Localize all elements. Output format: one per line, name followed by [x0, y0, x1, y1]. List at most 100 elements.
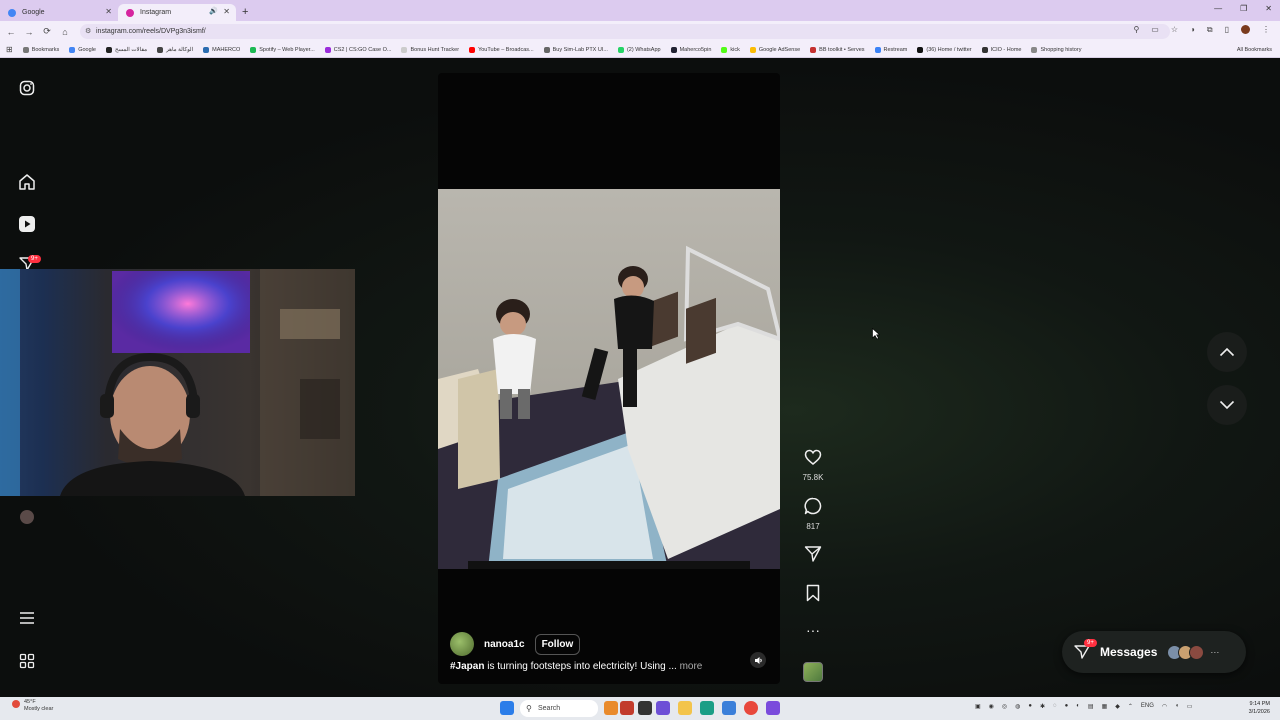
- bookmark-icon[interactable]: [805, 584, 821, 602]
- maximize-icon[interactable]: ❐: [1240, 4, 1247, 13]
- reels-nav-icon[interactable]: [17, 214, 37, 234]
- next-reel-button[interactable]: [1207, 385, 1247, 425]
- tray-icon[interactable]: ✱: [1040, 703, 1045, 710]
- star-icon[interactable]: ☆: [1171, 25, 1178, 35]
- heart-icon[interactable]: [804, 449, 822, 466]
- bookmark-item[interactable]: Buy Sim-Lab PTX UI...: [543, 46, 608, 53]
- tab-instagram[interactable]: Instagram 🔊 ✕: [118, 4, 236, 21]
- battery-icon[interactable]: ▭: [1187, 703, 1193, 710]
- taskbar-search[interactable]: ⚲ Search: [520, 700, 598, 717]
- more-options-icon[interactable]: ···: [800, 622, 826, 638]
- site-info-icon[interactable]: ⚙: [85, 24, 91, 39]
- bookmark-item[interactable]: MAHERCO: [203, 46, 240, 53]
- author-avatar[interactable]: [450, 632, 474, 656]
- caption-hashtag[interactable]: #Japan: [450, 661, 484, 672]
- read-aloud-icon[interactable]: ◑: [1190, 25, 1195, 35]
- apps-icon[interactable]: ⊞: [6, 45, 13, 54]
- bookmark-item[interactable]: (36) Home / twitter: [917, 46, 972, 53]
- bookmark-item[interactable]: مقالات المسح: [105, 46, 147, 53]
- back-icon[interactable]: ←: [2, 27, 20, 37]
- comment-icon[interactable]: [804, 497, 822, 515]
- bookmark-item[interactable]: kick: [721, 46, 740, 53]
- tray-icon[interactable]: ◎: [1002, 703, 1007, 710]
- bookmark-item[interactable]: ICIO - Home: [981, 46, 1021, 53]
- tray-icon[interactable]: ◍: [1015, 703, 1020, 710]
- taskbar-app-icon[interactable]: [656, 701, 670, 715]
- bookmark-item[interactable]: YouTube – Broadcas...: [469, 46, 534, 53]
- weather-widget[interactable]: 45°F Mostly clear: [12, 699, 53, 713]
- volume-icon[interactable]: ◖: [1175, 703, 1179, 710]
- mute-toggle-button[interactable]: [750, 652, 766, 668]
- tray-icon[interactable]: ●: [1065, 703, 1069, 710]
- follow-button[interactable]: Follow: [534, 633, 581, 655]
- bookmark-item[interactable]: Restream: [874, 46, 907, 53]
- reel-video-player[interactable]: nanoa1c Follow #Japan is turning footste…: [438, 73, 780, 684]
- task-view-icon[interactable]: [638, 701, 652, 715]
- tray-icon[interactable]: ▣: [975, 703, 981, 710]
- minimize-icon[interactable]: —: [1214, 4, 1222, 13]
- tray-icon[interactable]: ◐: [1076, 703, 1080, 710]
- bookmark-item[interactable]: الوكالة ماهر: [157, 46, 193, 53]
- also-from-meta-icon[interactable]: [17, 651, 37, 671]
- notifications-badge: 9+: [28, 255, 41, 263]
- bookmark-label: YouTube – Broadcas...: [478, 46, 534, 53]
- sidepanel-icon[interactable]: ▯: [1225, 25, 1229, 35]
- author-username[interactable]: nanoa1c: [484, 639, 525, 650]
- chrome-icon[interactable]: [744, 701, 758, 715]
- bookmark-item[interactable]: Maherco5pin: [670, 46, 711, 53]
- tray-icon[interactable]: ⌃: [1128, 703, 1133, 710]
- close-tab-icon[interactable]: ✕: [105, 7, 112, 16]
- home-icon[interactable]: ⌂: [56, 27, 74, 37]
- tray-icon[interactable]: ▦: [1102, 703, 1108, 710]
- more-icon[interactable]: ···: [1210, 647, 1219, 657]
- edge-icon[interactable]: [700, 701, 714, 715]
- profile-avatar[interactable]: [1241, 25, 1250, 34]
- profile-nav-avatar[interactable]: [17, 507, 37, 527]
- extensions-icon[interactable]: ⧉: [1207, 25, 1213, 35]
- tray-icon[interactable]: ●: [1028, 703, 1032, 710]
- bookmark-item[interactable]: Bookmarks: [22, 46, 59, 53]
- caption-more-link[interactable]: more: [680, 661, 703, 672]
- taskbar-clock[interactable]: 9:14 PM 3/1/2026: [1249, 700, 1270, 716]
- home-nav-icon[interactable]: [17, 172, 37, 192]
- close-tab-icon[interactable]: ✕: [223, 7, 230, 16]
- zoom-icon[interactable]: ⚲: [1133, 25, 1139, 35]
- start-icon[interactable]: [500, 701, 514, 715]
- tab-google[interactable]: Google ✕: [0, 4, 118, 21]
- wifi-icon[interactable]: ◠: [1162, 703, 1167, 710]
- messages-button[interactable]: 9+ Messages ···: [1062, 631, 1246, 673]
- speaker-icon[interactable]: 🔊: [209, 7, 218, 15]
- bookmark-item[interactable]: Bonus Hunt Tracker: [401, 46, 459, 53]
- file-explorer-icon[interactable]: [678, 701, 692, 715]
- audio-thumbnail[interactable]: [800, 662, 826, 682]
- tray-icon[interactable]: ◉: [989, 703, 994, 710]
- cast-icon[interactable]: ▭: [1151, 25, 1159, 35]
- bookmark-item[interactable]: (2) WhatsApp: [617, 46, 661, 53]
- bookmark-item[interactable]: BB toolkit • Serves: [810, 46, 865, 53]
- bookmark-item[interactable]: Shopping history: [1031, 46, 1081, 53]
- menu-icon[interactable]: ⋮: [1262, 25, 1270, 35]
- bookmark-item[interactable]: Google: [69, 46, 96, 53]
- close-window-icon[interactable]: ✕: [1265, 4, 1272, 13]
- bookmark-item[interactable]: Google AdSense: [749, 46, 800, 53]
- tray-icon[interactable]: ▤: [1088, 703, 1094, 710]
- tray-icon[interactable]: ◌: [1053, 703, 1057, 710]
- tray-icon[interactable]: ◆: [1115, 703, 1120, 710]
- discord-icon[interactable]: [766, 701, 780, 715]
- taskbar-app-icon[interactable]: [722, 701, 736, 715]
- bookmark-favicon-icon: [874, 46, 881, 53]
- share-icon[interactable]: [804, 545, 822, 563]
- bookmark-item[interactable]: CS2 | CS:GO Case O...: [324, 46, 391, 53]
- bookmark-item[interactable]: Spotify – Web Player...: [250, 46, 315, 53]
- language-indicator[interactable]: ENG: [1141, 703, 1154, 710]
- new-tab-button[interactable]: +: [242, 6, 248, 18]
- address-bar[interactable]: ⚙ instagram.com/reels/DVPg3n3ismf/: [80, 24, 1170, 39]
- instagram-logo-icon[interactable]: [17, 78, 37, 98]
- reload-icon[interactable]: ⟳: [38, 26, 56, 37]
- all-bookmarks-button[interactable]: All Bookmarks: [1236, 46, 1272, 53]
- taskbar-app-icon[interactable]: [604, 701, 618, 715]
- forward-icon[interactable]: →: [20, 27, 38, 37]
- taskbar-app-icon[interactable]: [620, 701, 634, 715]
- previous-reel-button[interactable]: [1207, 332, 1247, 372]
- more-menu-icon[interactable]: [17, 608, 37, 628]
